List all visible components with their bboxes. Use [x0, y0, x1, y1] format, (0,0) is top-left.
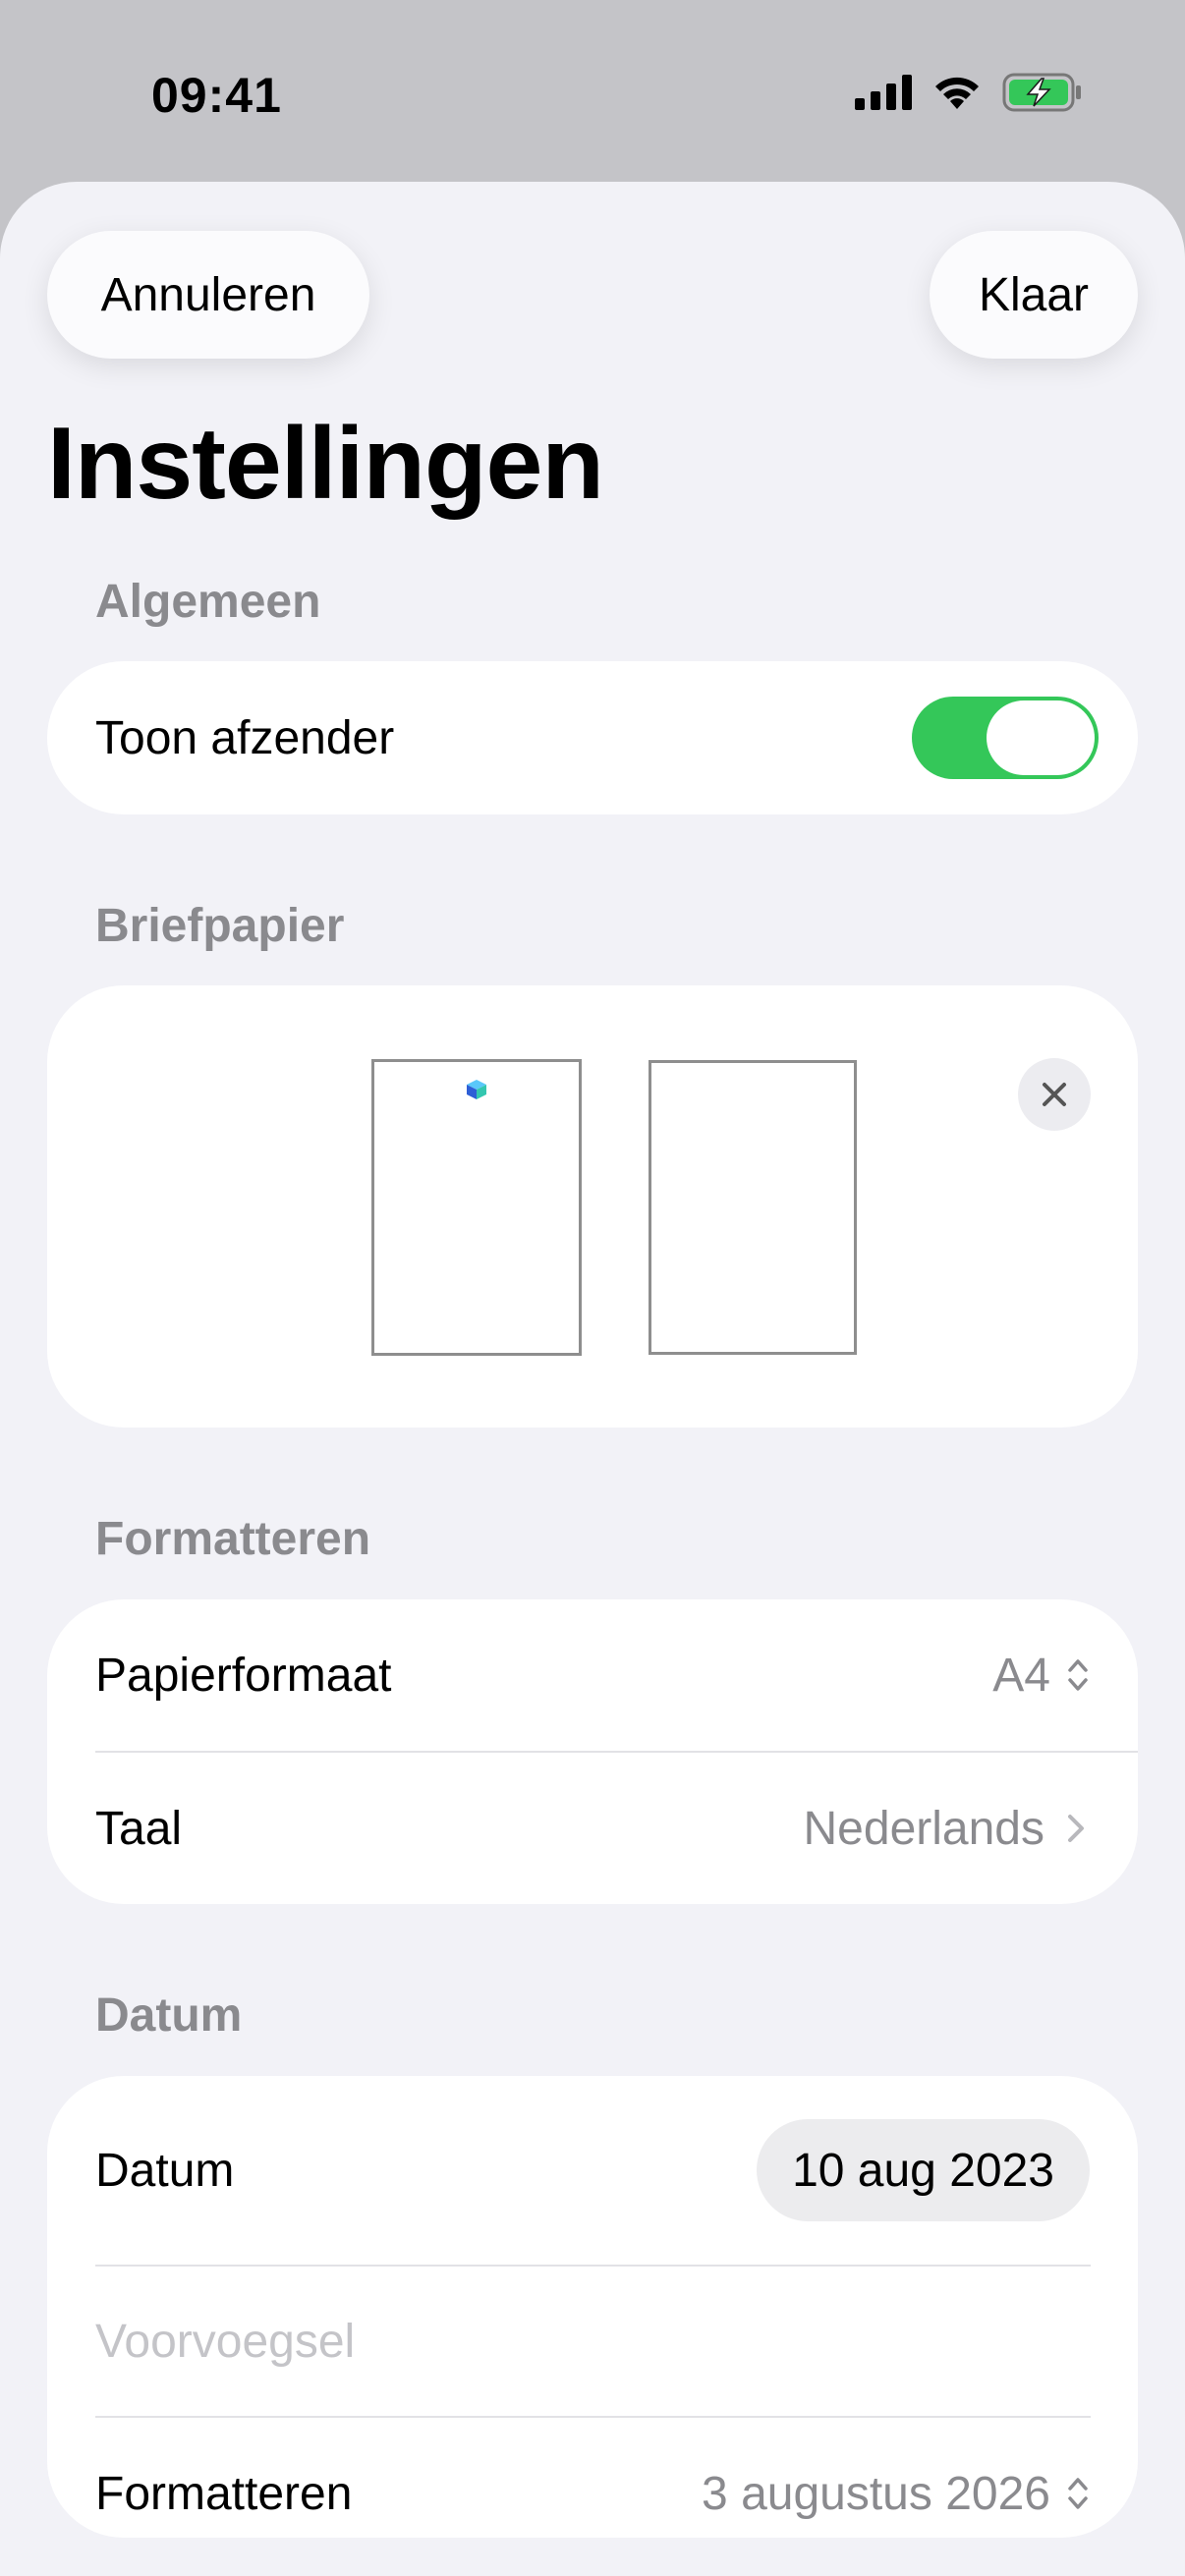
paper-size-label: Papierformaat	[95, 1649, 392, 1702]
battery-charging-icon	[1002, 73, 1081, 112]
stationery-first-page[interactable]	[371, 1059, 582, 1356]
language-value-group: Nederlands	[804, 1802, 1090, 1856]
chevron-right-icon	[1068, 1815, 1084, 1842]
paper-size-value-group: A4	[992, 1649, 1090, 1703]
chevron-up-down-icon	[1068, 2478, 1088, 2509]
chevron-up-down-icon	[1068, 1659, 1088, 1691]
done-button[interactable]: Klaar	[930, 231, 1138, 359]
language-label: Taal	[95, 1802, 183, 1855]
status-time: 09:41	[151, 68, 282, 123]
close-icon	[1043, 1083, 1066, 1106]
prefix-row[interactable]: Voorvoegsel	[95, 2267, 1090, 2416]
language-value: Nederlands	[803, 1802, 1044, 1855]
date-label: Datum	[95, 2144, 235, 2197]
section-header-date: Datum	[95, 1989, 243, 2042]
date-card: Datum 10 aug 2023 Voorvoegsel Formattere…	[47, 2076, 1138, 2538]
toggle-knob	[987, 700, 1095, 775]
cellular-signal-icon	[855, 75, 912, 110]
status-bar: 09:41	[0, 0, 1185, 182]
formatting-card: Papierformaat A4 Taal Nederlands	[47, 1599, 1138, 1904]
show-sender-label: Toon afzender	[95, 711, 395, 764]
section-header-stationery: Briefpapier	[95, 900, 345, 952]
general-card: Toon afzender	[47, 661, 1138, 814]
date-row: Datum 10 aug 2023	[95, 2076, 1090, 2265]
date-format-value-group: 3 augustus 2026	[702, 2467, 1090, 2521]
stationery-following-page[interactable]	[649, 1060, 857, 1355]
remove-stationery-button[interactable]	[1018, 1058, 1091, 1131]
cancel-button[interactable]: Annuleren	[47, 231, 369, 359]
stationery-card	[47, 985, 1138, 1428]
date-picker-button[interactable]: 10 aug 2023	[757, 2119, 1090, 2221]
show-sender-toggle[interactable]	[912, 697, 1099, 779]
prefix-input[interactable]: Voorvoegsel	[95, 2315, 355, 2369]
status-icons	[855, 73, 1083, 112]
show-sender-row: Toon afzender	[95, 661, 1099, 814]
logo-cube-icon	[467, 1080, 486, 1099]
language-row[interactable]: Taal Nederlands	[95, 1753, 1090, 1904]
settings-sheet: Annuleren Klaar Instellingen Algemeen To…	[0, 182, 1185, 2576]
section-header-formatting: Formatteren	[95, 1513, 371, 1565]
wifi-icon	[935, 77, 979, 109]
page-title: Instellingen	[47, 407, 604, 521]
paper-size-value: A4	[992, 1649, 1050, 1702]
section-header-general: Algemeen	[95, 576, 321, 628]
date-format-label: Formatteren	[95, 2467, 353, 2520]
date-format-value: 3 augustus 2026	[702, 2467, 1050, 2520]
date-format-row[interactable]: Formatteren 3 augustus 2026	[95, 2418, 1090, 2569]
paper-size-row[interactable]: Papierformaat A4	[95, 1599, 1090, 1751]
